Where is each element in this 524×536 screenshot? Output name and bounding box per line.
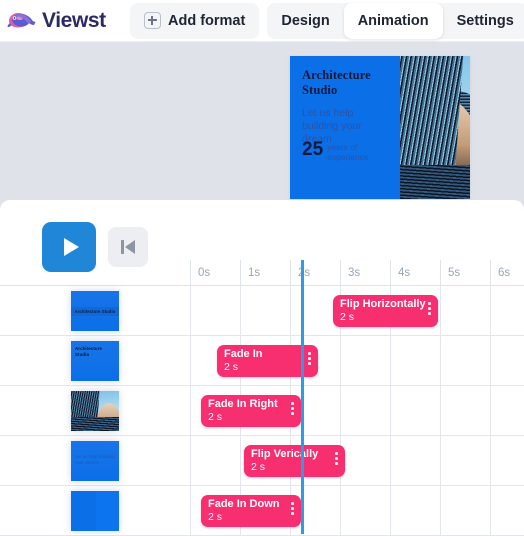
animation-clip[interactable]: Fade In Down 2 s [201, 495, 301, 527]
timeline-row[interactable]: Architecture Studio Fade In 2 s [0, 336, 524, 386]
creative-image [400, 56, 470, 199]
clip-duration: 2 s [208, 511, 223, 523]
creative-text-panel: Architecture Studio Let us help building… [290, 56, 400, 199]
kebab-menu-icon[interactable] [308, 352, 311, 365]
playhead[interactable] [301, 260, 304, 534]
creative-stat: 25 years of experience [302, 139, 400, 163]
creative-title: Architecture Studio [302, 68, 371, 97]
thumb-text: Architecture Studio [75, 346, 103, 357]
timeline-ruler[interactable]: 0s 1s 2s 3s 4s 5s 6s [0, 260, 524, 286]
brand[interactable]: Viewst [0, 6, 130, 36]
timeline-row[interactable]: Fade In Right 2 s [0, 386, 524, 436]
ruler-tick-1s: 1s [240, 260, 290, 286]
play-icon [63, 238, 79, 256]
add-format-group: Add format [130, 2, 260, 39]
layer-thumbnail-cell[interactable] [0, 486, 190, 536]
tab-animation[interactable]: Animation [343, 2, 443, 39]
creative-preview[interactable]: Architecture Studio Let us help building… [290, 56, 470, 199]
top-bar: Viewst Add format Design Animation Setti… [0, 0, 524, 42]
kebab-menu-icon[interactable] [291, 402, 294, 415]
timeline-row[interactable]: Fade In Down 2 s [0, 486, 524, 536]
layer-thumbnail-cell[interactable]: Let us help building your dream [0, 436, 190, 486]
clip-duration: 2 s [340, 311, 355, 323]
creative-stat-caption: years of experience [327, 142, 369, 163]
animation-clip[interactable]: Flip Horizontally 2 s [333, 295, 438, 327]
tab-animation-label: Animation [357, 12, 429, 29]
animation-clip[interactable]: Flip Verically 2 s [244, 445, 345, 477]
ruler-tick-5s: 5s [440, 260, 490, 286]
subtitle-layer-thumbnail[interactable]: Let us help building your dream [71, 441, 119, 481]
clip-name: Flip Verically [251, 448, 319, 460]
ruler-tick-4s: 4s [390, 260, 440, 286]
layer-thumbnail-cell[interactable]: Architecture Studio [0, 286, 190, 336]
clip-duration: 2 s [251, 461, 266, 473]
heading-layer-thumbnail[interactable]: Architecture Studio [71, 341, 119, 381]
tab-settings[interactable]: Settings [443, 3, 524, 39]
clip-name: Fade In [224, 348, 263, 360]
animation-clip[interactable]: Fade In Right 2 s [201, 395, 301, 427]
tab-design-label: Design [281, 12, 330, 29]
thumb-text: Let us help building your dream [75, 454, 115, 465]
layer-thumbnail-cell[interactable]: Architecture Studio [0, 336, 190, 386]
clip-duration: 2 s [224, 361, 239, 373]
kebab-menu-icon[interactable] [291, 502, 294, 515]
shape-layer-thumbnail[interactable] [71, 491, 119, 531]
logo-layer-thumbnail[interactable]: Architecture Studio [71, 291, 119, 331]
ruler-tick-2s: 2s [290, 260, 340, 286]
canvas-stage[interactable]: Architecture Studio Let us help building… [0, 42, 524, 210]
clip-name: Flip Horizontally [340, 298, 426, 310]
thumb-text: Architecture Studio [74, 308, 116, 314]
brand-name: Viewst [42, 9, 106, 32]
timeline-row[interactable]: Architecture Studio Flip Horizontally 2 … [0, 286, 524, 336]
clip-duration: 2 s [208, 411, 223, 423]
ruler-tick-6s: 6s [490, 260, 524, 286]
image-layer-thumbnail[interactable] [71, 391, 119, 431]
timeline-tracks: Architecture Studio Flip Horizontally 2 … [0, 286, 524, 536]
skip-to-start-icon [120, 240, 124, 254]
chameleon-logo-icon [7, 12, 36, 27]
creative-stat-number: 25 [302, 139, 324, 161]
clip-name: Fade In Right [208, 398, 278, 410]
ruler-tick-3s: 3s [340, 260, 390, 286]
timeline-panel: 0s 1s 2s 3s 4s 5s 6s Architecture Studio… [0, 200, 524, 536]
clip-name: Fade In Down [208, 498, 280, 510]
ruler-tick-0s: 0s [190, 260, 240, 286]
kebab-menu-icon[interactable] [428, 302, 431, 315]
mode-tabs: Design Animation Settings [267, 2, 524, 39]
timeline-row[interactable]: Let us help building your dream Flip Ver… [0, 436, 524, 486]
kebab-menu-icon[interactable] [335, 452, 338, 465]
layer-thumbnail-cell[interactable] [0, 386, 190, 436]
tab-settings-label: Settings [456, 12, 514, 29]
add-format-label: Add format [168, 12, 246, 29]
add-format-button[interactable]: Add format [130, 3, 259, 39]
tab-design[interactable]: Design [267, 3, 343, 39]
plus-square-icon [144, 12, 161, 29]
